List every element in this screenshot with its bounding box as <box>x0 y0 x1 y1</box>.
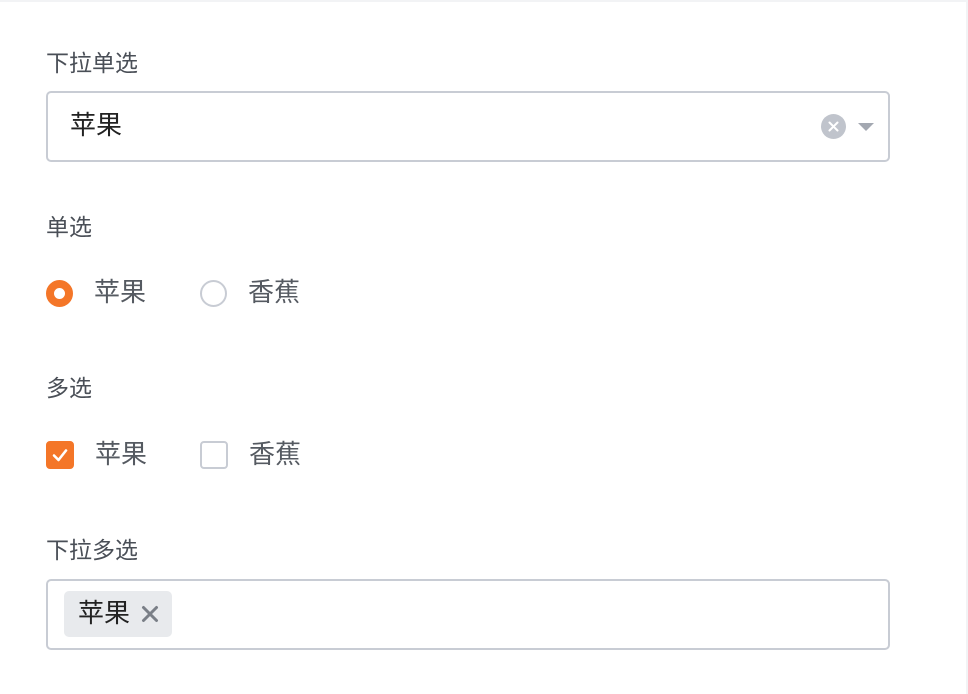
radio-checked-icon[interactable] <box>46 279 73 307</box>
checkbox-option-label: 香蕉 <box>249 440 302 470</box>
dropdown-single-select[interactable]: 苹果 <box>46 91 890 162</box>
checkbox-option-apple[interactable]: 苹果 <box>46 438 147 472</box>
dropdown-multi-label: 下拉多选 <box>46 538 138 564</box>
close-icon[interactable] <box>140 604 160 624</box>
checkbox-checked-icon[interactable] <box>46 441 74 469</box>
radio-group-label: 单选 <box>46 215 92 241</box>
radio-option-banana[interactable]: 香蕉 <box>200 276 300 310</box>
checkbox-option-label: 苹果 <box>95 440 148 470</box>
radio-option-label: 香蕉 <box>248 278 301 308</box>
radio-option-apple[interactable]: 苹果 <box>46 276 146 310</box>
dropdown-multi-select[interactable]: 苹果 <box>46 579 890 650</box>
radio-unchecked-icon[interactable] <box>200 279 227 307</box>
chevron-down-icon[interactable] <box>858 123 874 131</box>
selected-tag: 苹果 <box>64 591 173 637</box>
checkbox-group-label: 多选 <box>46 376 92 402</box>
dropdown-single-label: 下拉单选 <box>46 51 138 77</box>
top-divider <box>0 0 968 2</box>
checkbox-unchecked-icon[interactable] <box>200 441 228 469</box>
tag-label: 苹果 <box>78 599 131 629</box>
clear-icon[interactable] <box>821 114 846 139</box>
radio-option-label: 苹果 <box>94 278 147 308</box>
dropdown-single-value: 苹果 <box>70 111 123 141</box>
checkbox-option-banana[interactable]: 香蕉 <box>200 438 301 472</box>
